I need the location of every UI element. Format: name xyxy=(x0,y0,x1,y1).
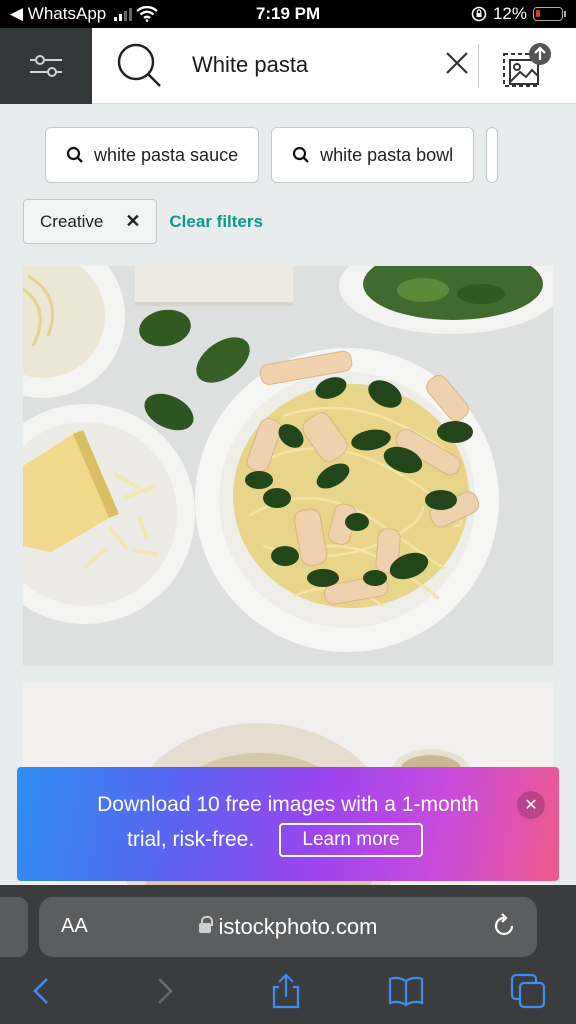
previous-tab-peek[interactable] xyxy=(0,897,28,957)
remove-filter-icon[interactable]: ✕ xyxy=(125,211,140,232)
close-promo-icon[interactable]: ✕ xyxy=(517,791,545,819)
url-text: istockphoto.com xyxy=(218,914,378,939)
filter-tag-label: Creative xyxy=(40,211,104,231)
learn-more-button[interactable]: Learn more xyxy=(279,823,423,857)
battery-icon xyxy=(533,7,563,21)
promo-text-line1: Download 10 free images with a 1-month xyxy=(97,793,479,816)
pasta-photo xyxy=(23,266,553,666)
search-icon xyxy=(292,146,309,163)
filters-button[interactable] xyxy=(0,28,92,104)
suggestion-label: white pasta bowl xyxy=(320,144,454,165)
lock-icon xyxy=(198,916,213,933)
sliders-icon xyxy=(30,55,62,77)
share-icon[interactable] xyxy=(268,973,304,1009)
address-bar[interactable]: AA istockphoto.com xyxy=(39,897,537,957)
promo-text-line2: trial, risk-free. xyxy=(127,828,255,851)
suggestion-label: white pasta sauce xyxy=(94,144,239,165)
forward-icon[interactable] xyxy=(146,973,182,1009)
suggestion-chips: white pasta sauce white pasta bowl xyxy=(45,127,499,183)
clear-filters-link[interactable]: Clear filters xyxy=(169,212,263,232)
browser-toolbar xyxy=(0,973,576,1013)
battery-percent: 12% xyxy=(492,4,527,23)
search-icon xyxy=(66,146,83,163)
status-right: 12% xyxy=(471,4,566,24)
back-icon[interactable] xyxy=(24,973,60,1009)
active-filters: Creative ✕ Clear filters xyxy=(23,199,263,244)
bookmarks-icon[interactable] xyxy=(388,973,424,1009)
suggestion-chip[interactable]: white pasta bowl xyxy=(271,127,475,183)
status-bar: ◀ WhatsApp 7:19 PM 12% xyxy=(0,0,576,28)
header-divider xyxy=(478,44,479,88)
address-url: istockphoto.com xyxy=(39,914,537,940)
orientation-lock-icon xyxy=(471,6,487,22)
search-header: White pasta xyxy=(0,28,576,104)
image-search-icon[interactable] xyxy=(500,42,552,90)
suggestion-chip[interactable]: white pasta sauce xyxy=(45,127,260,183)
search-icon xyxy=(117,43,161,87)
reload-icon[interactable] xyxy=(491,913,517,939)
promo-banner: Download 10 free images with a 1-month t… xyxy=(17,767,559,881)
clear-search-icon[interactable] xyxy=(442,48,472,78)
result-image[interactable] xyxy=(23,266,553,666)
filter-tag-creative: Creative ✕ xyxy=(23,199,158,244)
browser-bar: AA istockphoto.com xyxy=(0,885,576,1024)
search-input[interactable]: White pasta xyxy=(192,52,308,78)
suggestion-chip-partial[interactable] xyxy=(486,127,499,183)
tabs-icon[interactable] xyxy=(510,973,546,1009)
